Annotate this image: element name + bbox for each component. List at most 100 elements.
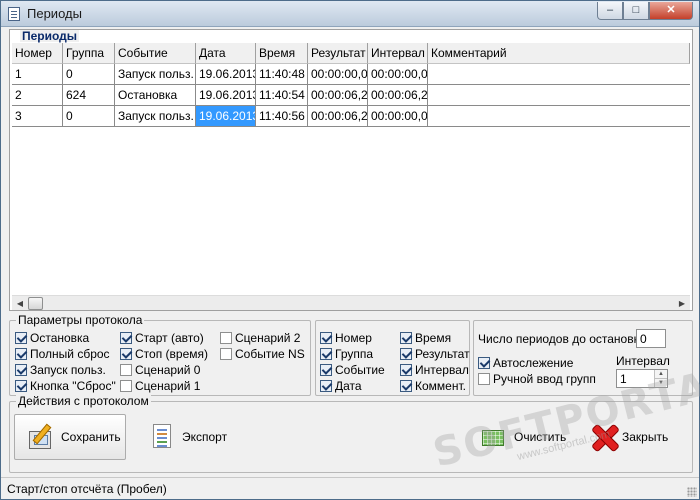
table-row[interactable]: 3 0 Запуск польз. 19.06.2013 11:40:56 00… — [12, 106, 690, 127]
cell-comment[interactable] — [428, 106, 690, 127]
periods-before-stop-value: 0 — [640, 332, 647, 346]
column-header-event[interactable]: Событие — [115, 43, 196, 64]
cell-group[interactable]: 624 — [63, 85, 115, 106]
checkbox-stop[interactable]: Остановка — [15, 331, 89, 346]
cell-interval[interactable]: 00:00:00,00 — [368, 106, 428, 127]
checkbox-checked-icon[interactable] — [15, 364, 27, 376]
cell-number[interactable]: 2 — [12, 85, 63, 106]
cell-group[interactable]: 0 — [63, 64, 115, 85]
cell-result[interactable]: 00:00:00,00 — [308, 64, 368, 85]
table-row[interactable]: 1 0 Запуск польз. 19.06.2013 11:40:48 00… — [12, 64, 690, 85]
close-button[interactable]: Закрыть — [588, 414, 688, 460]
scroll-left-icon[interactable]: ◀ — [14, 298, 26, 309]
checkbox-col-number[interactable]: Номер — [320, 331, 372, 346]
checkbox-checked-icon[interactable] — [15, 332, 27, 344]
checkbox-col-group[interactable]: Группа — [320, 347, 373, 362]
checkbox-checked-icon[interactable] — [15, 380, 27, 392]
save-button[interactable]: Сохранить — [14, 414, 126, 460]
checkbox-col-result[interactable]: Результат — [400, 347, 470, 362]
cell-number[interactable]: 1 — [12, 64, 63, 85]
periods-table[interactable]: Номер Группа Событие Дата Время Результа… — [12, 43, 690, 127]
close-window-button[interactable]: ✕ — [649, 2, 693, 20]
window-controls: – □ ✕ — [597, 2, 693, 21]
cell-result[interactable]: 00:00:06,24 — [308, 106, 368, 127]
checkbox-empty-icon[interactable] — [120, 364, 132, 376]
checkbox-autotrack[interactable]: Автослежение — [478, 356, 573, 371]
cell-date-selected[interactable]: 19.06.2013 — [196, 106, 256, 127]
checkbox-scenario-2[interactable]: Сценарий 2 — [220, 331, 300, 346]
cell-result[interactable]: 00:00:06,24 — [308, 85, 368, 106]
checkbox-checked-icon[interactable] — [120, 348, 132, 360]
checkbox-checked-icon[interactable] — [478, 357, 490, 369]
checkbox-checked-icon[interactable] — [320, 348, 332, 360]
horizontal-scrollbar[interactable]: ◀ ▶ — [12, 295, 690, 310]
checkbox-scenario-0[interactable]: Сценарий 0 — [120, 363, 200, 378]
checkbox-col-event[interactable]: Событие — [320, 363, 385, 378]
column-header-group[interactable]: Группа — [63, 43, 115, 64]
checkbox-checked-icon[interactable] — [400, 380, 412, 392]
cell-interval[interactable]: 00:00:06,24 — [368, 85, 428, 106]
protocol-params-legend: Параметры протокола — [16, 313, 145, 327]
checkbox-col-comment[interactable]: Коммент. — [400, 379, 466, 394]
checkbox-checked-icon[interactable] — [400, 332, 412, 344]
checkbox-empty-icon[interactable] — [220, 348, 232, 360]
resize-grip-icon[interactable] — [687, 487, 697, 497]
cell-event[interactable]: Остановка — [115, 85, 196, 106]
checkbox-checked-icon[interactable] — [400, 348, 412, 360]
checkbox-col-date[interactable]: Дата — [320, 379, 362, 394]
maximize-button[interactable]: □ — [623, 2, 649, 20]
checkbox-empty-icon[interactable] — [120, 380, 132, 392]
cell-time[interactable]: 11:40:56 — [256, 106, 308, 127]
table-row[interactable]: 2 624 Остановка 19.06.2013 11:40:54 00:0… — [12, 85, 690, 106]
checkbox-manual-groups[interactable]: Ручной ввод групп — [478, 372, 596, 387]
cell-date[interactable]: 19.06.2013 — [196, 85, 256, 106]
column-header-number[interactable]: Номер — [12, 43, 63, 64]
cell-interval[interactable]: 00:00:00,00 — [368, 64, 428, 85]
checkbox-checked-icon[interactable] — [320, 332, 332, 344]
spin-up-icon[interactable]: ▲ — [655, 370, 667, 378]
columns-params-group: Номер Группа Событие Дата Время Результа… — [315, 320, 470, 396]
periods-before-stop-input[interactable]: 0 — [636, 329, 666, 348]
cell-number[interactable]: 3 — [12, 106, 63, 127]
column-header-date[interactable]: Дата — [196, 43, 256, 64]
checkbox-empty-icon[interactable] — [220, 332, 232, 344]
checkbox-event-ns[interactable]: Событие NS — [220, 347, 305, 362]
column-header-interval[interactable]: Интервал — [368, 43, 428, 64]
spin-down-icon[interactable]: ▼ — [655, 378, 667, 386]
checkbox-checked-icon[interactable] — [320, 380, 332, 392]
checkbox-reset-button[interactable]: Кнопка "Сброс" — [15, 379, 116, 394]
cell-comment[interactable] — [428, 64, 690, 85]
settings-group: Число периодов до остановки: 0 Интервал … — [473, 320, 693, 396]
scrollbar-thumb[interactable] — [28, 297, 43, 310]
column-header-comment[interactable]: Комментарий — [428, 43, 690, 64]
checkbox-user-start[interactable]: Запуск польз. — [15, 363, 106, 378]
checkbox-full-reset[interactable]: Полный сброс — [15, 347, 110, 362]
cell-event[interactable]: Запуск польз. — [115, 106, 196, 127]
checkbox-checked-icon[interactable] — [320, 364, 332, 376]
interval-spinner[interactable]: 1 ▲ ▼ — [616, 369, 668, 388]
window-title: Периоды — [27, 6, 82, 21]
clear-button[interactable]: Очистить — [480, 414, 580, 460]
cell-comment[interactable] — [428, 85, 690, 106]
scroll-right-icon[interactable]: ▶ — [676, 298, 688, 309]
cell-date[interactable]: 19.06.2013 — [196, 64, 256, 85]
cell-time[interactable]: 11:40:48 — [256, 64, 308, 85]
checkbox-checked-icon[interactable] — [120, 332, 132, 344]
cell-group[interactable]: 0 — [63, 106, 115, 127]
cell-time[interactable]: 11:40:54 — [256, 85, 308, 106]
save-notepad-icon — [27, 423, 55, 451]
checkbox-start-auto[interactable]: Старт (авто) — [120, 331, 204, 346]
checkbox-checked-icon[interactable] — [400, 364, 412, 376]
checkbox-col-time[interactable]: Время — [400, 331, 451, 346]
checkbox-col-interval[interactable]: Интервал — [400, 363, 469, 378]
checkbox-scenario-1[interactable]: Сценарий 1 — [120, 379, 200, 394]
checkbox-stop-time[interactable]: Стоп (время) — [120, 347, 208, 362]
minimize-button[interactable]: – — [597, 2, 623, 20]
column-header-result[interactable]: Результат — [308, 43, 368, 64]
export-button[interactable]: Экспорт — [130, 414, 250, 460]
title-bar[interactable]: Периоды – □ ✕ — [1, 1, 699, 27]
column-header-time[interactable]: Время — [256, 43, 308, 64]
checkbox-empty-icon[interactable] — [478, 373, 490, 385]
checkbox-checked-icon[interactable] — [15, 348, 27, 360]
cell-event[interactable]: Запуск польз. — [115, 64, 196, 85]
